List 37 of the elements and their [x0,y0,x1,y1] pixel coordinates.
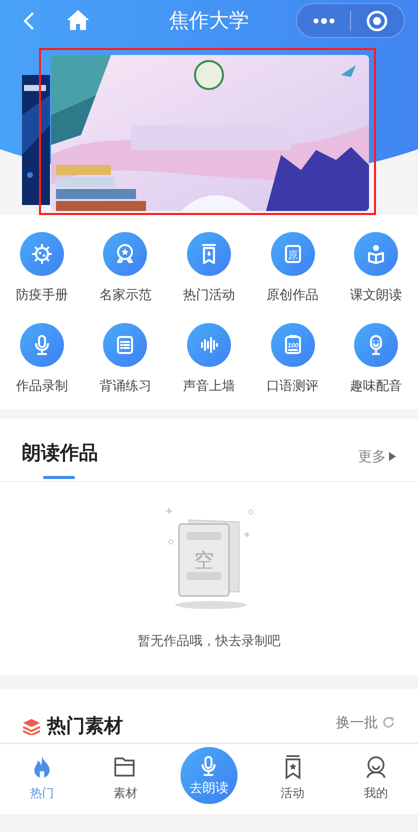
caret-icon [389,452,396,461]
back-icon[interactable] [22,11,36,31]
shortcut-button[interactable] [103,322,148,366]
refresh-icon [382,716,395,729]
section-title: 热门素材 [47,714,123,738]
shortcut-button[interactable] [186,322,231,366]
shortcut-label[interactable]: 热门活动 [182,285,235,304]
shortcut-button[interactable] [20,322,64,366]
shortcut-label[interactable]: 口语测评 [266,376,319,395]
shortcut-label[interactable]: 背诵练习 [99,376,152,395]
home-icon[interactable] [66,9,90,31]
shortcut-label[interactable]: 名家示范 [99,285,152,304]
shortcut-button[interactable] [20,232,64,276]
capsule-menu[interactable] [296,3,405,38]
tab[interactable]: 活动 [250,744,334,814]
empty-state-drawing: 空 [159,502,259,612]
refresh-button[interactable]: 换一批 [336,712,395,733]
shortcut-label[interactable]: 声音上墙 [182,376,235,395]
shortcut-label[interactable]: 趣味配音 [350,376,402,395]
shortcut-label[interactable]: 作品录制 [16,376,68,395]
shortcut-label[interactable]: 防疫手册 [16,285,68,304]
shortcut-button[interactable] [354,322,398,366]
close-icon[interactable] [366,10,388,32]
page-title: 焦作大学 [169,9,249,34]
empty-message: 暂无作品哦，快去录制吧 [136,632,282,650]
tab[interactable]: 我的 [334,744,418,814]
shortcut-button[interactable] [186,232,231,276]
shortcut-button[interactable] [103,232,148,276]
more-link[interactable]: 更多 [358,446,396,467]
layers-icon [23,718,40,735]
section-title: 朗读作品 [22,442,98,466]
shortcut-label[interactable]: 课文朗读 [350,285,402,304]
more-icon[interactable] [312,16,336,24]
tab[interactable]: 素材 [84,744,168,814]
virus-icon [30,242,54,266]
shortcut-button[interactable] [354,232,398,276]
shortcut-label[interactable]: 原创作品 [266,285,319,304]
